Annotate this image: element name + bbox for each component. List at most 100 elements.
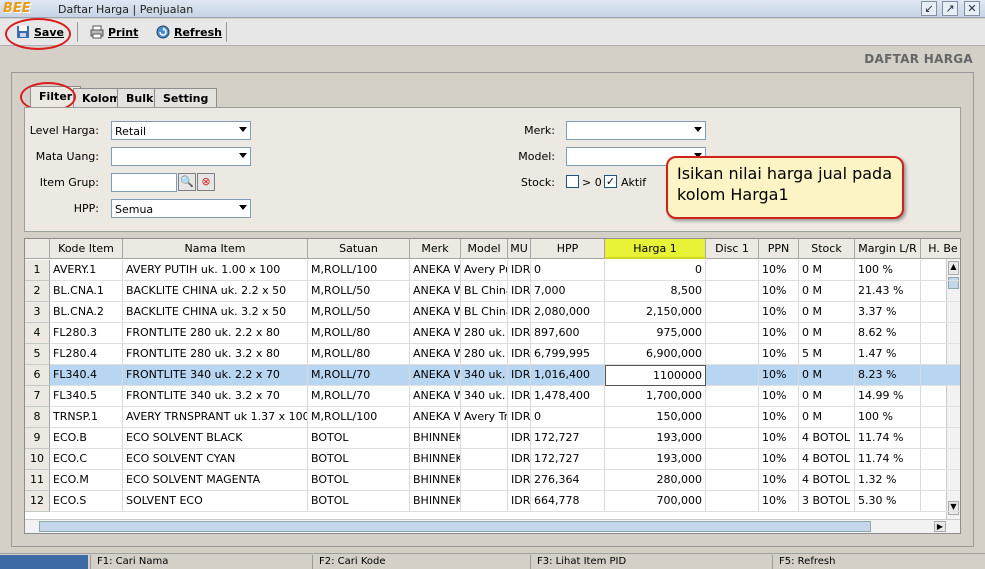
refresh-button[interactable]: Refresh <box>156 21 222 43</box>
cell-merk: BHINNEKA <box>410 428 461 449</box>
cell-margin: 14.99 % <box>855 386 921 407</box>
cell-margin: 5.30 % <box>855 491 921 512</box>
cell-harga1[interactable]: 6,900,000 <box>605 344 706 365</box>
row-number[interactable]: 12 <box>25 491 50 512</box>
row-number[interactable]: 5 <box>25 344 50 365</box>
print-button[interactable]: Print <box>90 21 138 43</box>
row-number[interactable]: 6 <box>25 365 50 386</box>
search-icon[interactable]: 🔍 <box>178 173 196 191</box>
cell-margin: 8.62 % <box>855 323 921 344</box>
row-number[interactable]: 4 <box>25 323 50 344</box>
cell-h-beli <box>921 281 960 302</box>
row-number[interactable]: 3 <box>25 302 50 323</box>
cell-model: 340 uk. 2 <box>461 365 508 386</box>
cell-satuan: M,ROLL/80 <box>308 323 410 344</box>
cell-model: BL China <box>461 302 508 323</box>
stock-label: Stock: <box>520 176 555 189</box>
row-number[interactable]: 1 <box>25 260 50 281</box>
status-bar: F1: Cari Nama F2: Cari Kode F3: Lihat It… <box>0 553 985 569</box>
chevron-down-icon <box>239 205 247 210</box>
cell-nama-item: BACKLITE CHINA uk. 2.2 x 50 <box>123 281 308 302</box>
cell-model: 340 uk. 3 <box>461 386 508 407</box>
cell-disc1 <box>706 470 759 491</box>
minimize-icon[interactable]: ↙ <box>921 1 937 16</box>
column-header-kode-item[interactable]: Kode Item <box>50 239 123 259</box>
cell-mu: IDR <box>508 260 531 281</box>
harga1-edit-cell[interactable]: 1100000 <box>605 365 706 386</box>
cell-mu: IDR <box>508 470 531 491</box>
model-label: Model: <box>518 150 555 163</box>
cell-harga1[interactable]: 8,500 <box>605 281 706 302</box>
cell-harga1[interactable]: 700,000 <box>605 491 706 512</box>
row-number[interactable]: 2 <box>25 281 50 302</box>
row-number[interactable]: 10 <box>25 449 50 470</box>
chevron-down-icon <box>694 127 702 132</box>
column-header-stock[interactable]: Stock <box>799 239 855 259</box>
horizontal-scrollbar[interactable]: ▶ <box>25 519 960 533</box>
title-bar: BEE Daftar Harga | Penjualan ↙ ↗ ✕ <box>0 0 985 18</box>
status-f5: F5: Refresh <box>772 555 985 569</box>
item-grup-input[interactable] <box>111 173 177 192</box>
cell-hpp: 276,364 <box>531 470 605 491</box>
cell-satuan: M,ROLL/70 <box>308 386 410 407</box>
cell-mu: IDR <box>508 323 531 344</box>
aktif-checkbox[interactable]: ✓ <box>604 175 617 188</box>
cell-harga1[interactable]: 150,000 <box>605 407 706 428</box>
item-grup-label: Item Grup: <box>39 176 99 189</box>
cell-harga1[interactable]: 0 <box>605 260 706 281</box>
toolbar: Save Print Refresh <box>0 19 985 46</box>
clear-icon[interactable]: ⊗ <box>197 173 215 191</box>
refresh-label: Refresh <box>174 25 222 39</box>
column-header-hpp[interactable]: HPP <box>531 239 605 259</box>
cell-margin: 21.43 % <box>855 281 921 302</box>
cell-kode-item: BL.CNA.2 <box>50 302 123 323</box>
cell-harga1[interactable]: 193,000 <box>605 428 706 449</box>
column-header-h-beli[interactable]: H. Be <box>921 239 960 259</box>
cell-satuan: M,ROLL/100 <box>308 260 410 281</box>
stock-gt0-checkbox[interactable] <box>566 175 579 188</box>
cell-mu: IDR <box>508 344 531 365</box>
cell-harga1[interactable]: 975,000 <box>605 323 706 344</box>
maximize-icon[interactable]: ↗ <box>942 1 958 16</box>
toolbar-separator <box>226 22 227 42</box>
cell-nama-item: AVERY TRNSPRANT uk 1.37 x 100 <box>123 407 308 428</box>
cell-merk: ANEKA W <box>410 281 461 302</box>
row-number[interactable]: 11 <box>25 470 50 491</box>
column-header-nama-item[interactable]: Nama Item <box>123 239 308 259</box>
hpp-select[interactable]: Semua <box>111 199 251 218</box>
cell-nama-item: BACKLITE CHINA uk. 3.2 x 50 <box>123 302 308 323</box>
price-table[interactable]: ▲ ▼ ▶ Kode Item Nama Item Satuan Merk Model M… <box>24 238 961 534</box>
refresh-icon <box>156 25 170 39</box>
cell-ppn: 10% <box>759 428 799 449</box>
cell-stock: 4 BOTOL <box>799 428 855 449</box>
cell-satuan: M,ROLL/50 <box>308 281 410 302</box>
column-header-disc1[interactable]: Disc 1 <box>706 239 759 259</box>
column-header-model[interactable]: Model <box>461 239 508 259</box>
column-header-satuan[interactable]: Satuan <box>308 239 410 259</box>
column-header-ppn[interactable]: PPN <box>759 239 799 259</box>
row-number[interactable]: 7 <box>25 386 50 407</box>
cell-merk: ANEKA W <box>410 323 461 344</box>
column-header-margin[interactable]: Margin L/R <box>855 239 921 259</box>
level-harga-select[interactable]: Retail <box>111 121 251 140</box>
cell-ppn: 10% <box>759 407 799 428</box>
printer-icon <box>90 25 104 39</box>
cell-satuan: BOTOL <box>308 428 410 449</box>
cell-margin: 1.47 % <box>855 344 921 365</box>
cell-harga1[interactable]: 2,150,000 <box>605 302 706 323</box>
tab-setting[interactable]: Setting <box>154 88 218 108</box>
cell-harga1[interactable]: 193,000 <box>605 449 706 470</box>
cell-harga1[interactable]: 1,700,000 <box>605 386 706 407</box>
merk-select[interactable] <box>566 121 706 140</box>
hscroll-thumb[interactable] <box>39 521 871 532</box>
mata-uang-select[interactable] <box>111 147 251 166</box>
row-number[interactable]: 8 <box>25 407 50 428</box>
hpp-value: Semua <box>115 203 154 216</box>
column-header-mu[interactable]: MU <box>508 239 531 259</box>
column-header-harga1[interactable]: Harga 1 <box>605 239 706 259</box>
close-icon[interactable]: ✕ <box>964 1 980 16</box>
scroll-right-icon[interactable]: ▶ <box>934 521 946 532</box>
column-header-merk[interactable]: Merk <box>410 239 461 259</box>
row-number[interactable]: 9 <box>25 428 50 449</box>
cell-harga1[interactable]: 280,000 <box>605 470 706 491</box>
